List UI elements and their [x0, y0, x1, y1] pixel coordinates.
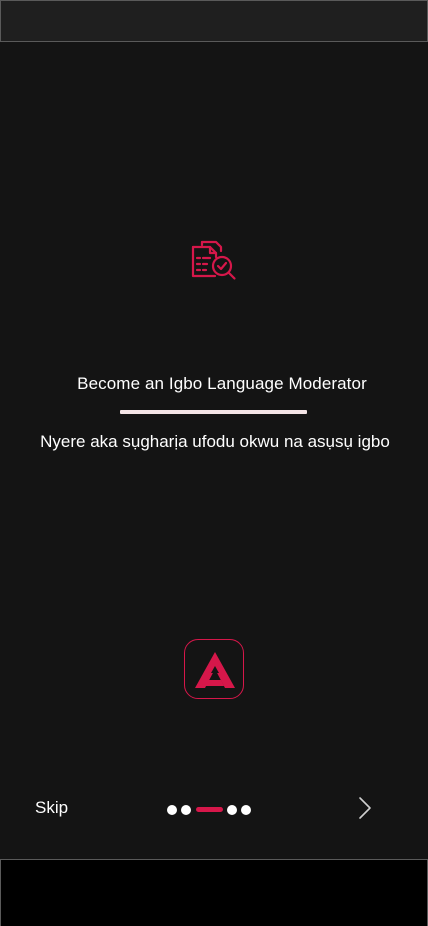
app-screen: Become an Igbo Language Moderator Nyere …: [0, 0, 428, 926]
app-logo-icon: [184, 639, 244, 699]
navigation-bar: [0, 859, 428, 926]
page-dot-active[interactable]: [196, 807, 223, 812]
status-bar: [0, 0, 428, 42]
onboarding-title: Become an Igbo Language Moderator: [77, 374, 367, 393]
chevron-right-icon: [359, 797, 371, 819]
page-dot[interactable]: [181, 804, 191, 815]
page-indicator: [167, 804, 255, 815]
next-button[interactable]: [354, 795, 376, 821]
page-dot[interactable]: [241, 804, 251, 815]
onboarding-subtitle: Nyere aka sụgharịa ufodu okwu na asụsụ i…: [40, 432, 390, 451]
page-dot[interactable]: [227, 804, 237, 815]
title-underline: [120, 410, 307, 414]
skip-button[interactable]: Skip: [35, 797, 68, 819]
page-dot[interactable]: [167, 804, 177, 815]
document-search-icon: [188, 234, 240, 286]
